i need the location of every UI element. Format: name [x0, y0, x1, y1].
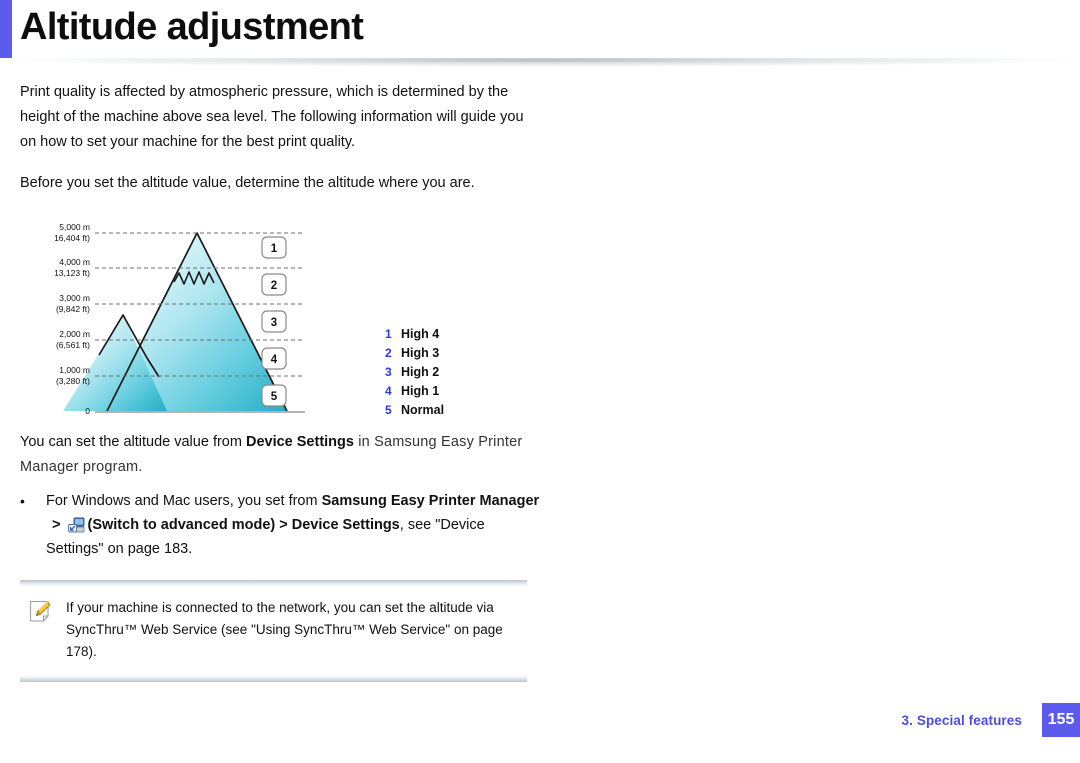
legend-number: 2	[385, 346, 392, 360]
bullet-marker: •	[20, 493, 25, 509]
axis-label-m-3: 2,000 m	[59, 329, 90, 339]
band-badge-5: 5	[261, 384, 287, 407]
bullet-chevron-2: >	[279, 517, 288, 533]
bullet-bold-2: (Switch to advanced mode)	[87, 517, 276, 533]
svg-text:4: 4	[271, 354, 278, 366]
instruction-bullet-list: • For Windows and Mac users, you set fro…	[20, 489, 545, 561]
legend-label: Normal	[401, 403, 445, 417]
legend-label: High 1	[401, 384, 440, 398]
footer-section-label: 3. Special features	[901, 713, 1022, 728]
altitude-legend: 1 High 4 2 High 3 3 High 2 4 High 1 5 No…	[385, 325, 525, 420]
svg-text:2: 2	[271, 280, 277, 292]
legend-number: 4	[385, 384, 392, 398]
axis-label-ft-4: (3,280 ft)	[56, 376, 90, 386]
document-page: Altitude adjustment Print quality is aff…	[0, 0, 1080, 763]
bullet-item: • For Windows and Mac users, you set fro…	[20, 489, 545, 561]
switch-to-advanced-mode-icon[interactable]	[67, 517, 85, 533]
altitude-chart-svg: 5,000 m (16,404 ft) 4,000 m (13,123 ft) …	[51, 222, 305, 416]
legend-item-5: 5 Normal	[385, 401, 525, 420]
legend-number: 5	[385, 403, 392, 417]
intro-paragraph-1: Print quality is affected by atmospheric…	[20, 84, 524, 150]
bullet-bold-3: Device Settings	[291, 517, 400, 533]
note-body: If your machine is connected to the netw…	[20, 587, 527, 675]
axis-label-m-0: 5,000 m	[59, 222, 90, 232]
device-settings-paragraph-wrap: You can set the altitude value from Devi…	[20, 430, 545, 480]
band-badge-2: 2	[261, 273, 287, 296]
axis-label-ft-0: (16,404 ft)	[55, 233, 90, 243]
axis-label-ft-2: (9,842 ft)	[56, 304, 90, 314]
altitude-diagram: 5,000 m (16,404 ft) 4,000 m (13,123 ft) …	[51, 215, 305, 420]
legend-label: High 2	[401, 365, 440, 379]
note-text: If your machine is connected to the netw…	[66, 600, 503, 659]
bullet-content: For Windows and Mac users, you set from …	[46, 489, 545, 561]
svg-text:1: 1	[271, 243, 278, 255]
band-badge-3: 3	[261, 310, 287, 333]
axis-label-ft-1: (13,123 ft)	[55, 268, 90, 278]
legend-label: High 4	[401, 327, 440, 341]
svg-text:3: 3	[271, 317, 277, 329]
note-top-border	[20, 580, 527, 587]
footer-page-number: 155	[1042, 703, 1080, 737]
header-divider	[0, 58, 1080, 68]
legend-number: 3	[385, 365, 392, 379]
legend-item-4: 4 High 1	[385, 382, 525, 401]
note-pencil-icon	[20, 597, 66, 663]
bullet-bold-1: Samsung Easy Printer Manager	[321, 493, 540, 509]
page-title: Altitude adjustment	[20, 6, 364, 48]
axis-label-ft-3: (6,561 ft)	[56, 340, 90, 350]
legend-item-3: 3 High 2	[385, 363, 525, 382]
legend-item-1: 1 High 4	[385, 325, 525, 344]
page-header: Altitude adjustment	[0, 0, 1080, 58]
ds-bold: Device Settings	[245, 434, 354, 450]
axis-label-m-4: 1,000 m	[59, 365, 90, 375]
axis-label-m-2: 3,000 m	[59, 293, 90, 303]
legend-item-2: 2 High 3	[385, 344, 525, 363]
device-settings-paragraph: You can set the altitude value from Devi…	[20, 430, 545, 480]
note-bottom-border	[20, 675, 527, 682]
legend-number: 1	[385, 327, 392, 341]
svg-text:5: 5	[271, 391, 278, 403]
intro-section: Print quality is affected by atmospheric…	[20, 80, 540, 196]
note-callout: If your machine is connected to the netw…	[20, 580, 527, 682]
bullet-chevron-1: >	[52, 517, 61, 533]
ds-text-1: You can set the altitude value from	[20, 434, 246, 450]
axis-label-m-1: 4,000 m	[59, 257, 90, 267]
axis-label-m-5: 0	[85, 406, 90, 416]
page-footer: 3. Special features 155	[780, 703, 1080, 763]
legend-label: High 3	[401, 346, 440, 360]
band-badge-4: 4	[261, 347, 287, 370]
band-badge-1: 1	[261, 236, 287, 259]
bullet-text-1: For Windows and Mac users, you set from	[46, 493, 322, 509]
header-accent-bar	[0, 0, 12, 58]
intro-paragraph-2: Before you set the altitude value, deter…	[20, 175, 475, 191]
